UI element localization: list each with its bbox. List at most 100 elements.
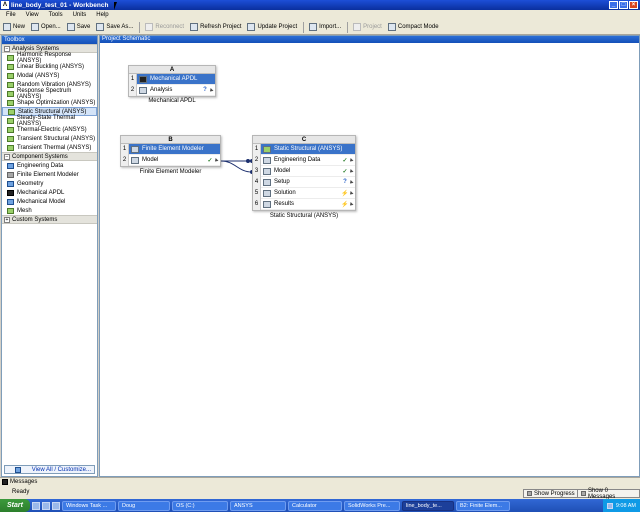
show-messages-button[interactable]: Show 0 Messages bbox=[577, 488, 640, 500]
progress-icon bbox=[527, 491, 532, 496]
toolbox-item[interactable]: Steady-State Thermal (ANSYS) bbox=[2, 115, 97, 127]
taskbar-button[interactable]: Calculator bbox=[288, 500, 342, 511]
cell-header[interactable]: 1 Mechanical APDL bbox=[129, 73, 215, 85]
cell-menu-arrow-icon[interactable] bbox=[348, 190, 354, 196]
system-b[interactable]: B 1 Finite Element Modeler 2 Model ✓ bbox=[120, 135, 221, 167]
cell-analysis[interactable]: 2 Analysis? bbox=[129, 84, 215, 96]
model-icon bbox=[131, 156, 139, 164]
close-button[interactable]: × bbox=[629, 1, 638, 9]
show-progress-button[interactable]: Show Progress bbox=[523, 489, 579, 498]
toolbox-item[interactable]: Response Spectrum (ANSYS) bbox=[2, 88, 97, 100]
taskbar-button[interactable]: Windows Task ... bbox=[62, 500, 116, 511]
taskbar-button[interactable]: SolidWorks Pre... bbox=[344, 500, 400, 511]
import-button[interactable]: Import... bbox=[309, 22, 341, 33]
new-file-icon bbox=[3, 23, 11, 31]
toolbox-item[interactable]: Mesh bbox=[2, 206, 97, 215]
toolbox-item[interactable]: Transient Structural (ANSYS) bbox=[2, 134, 97, 143]
cell-engineering-data[interactable]: 2 Engineering Data ✓ bbox=[253, 154, 355, 166]
cell-menu-arrow-icon[interactable] bbox=[348, 168, 354, 174]
toolbox-item[interactable]: Modal (ANSYS) bbox=[2, 71, 97, 80]
cell-results[interactable]: 6 Results ⚡ bbox=[253, 198, 355, 210]
update-project-button[interactable]: Update Project bbox=[247, 22, 297, 33]
messages-icon bbox=[581, 491, 586, 496]
toolbox-item[interactable]: Linear Buckling (ANSYS) bbox=[2, 62, 97, 71]
system-caption: Finite Element Modeler bbox=[139, 169, 202, 175]
taskbar-button[interactable]: OS (C:) bbox=[172, 500, 228, 511]
quicklaunch-icon[interactable] bbox=[32, 501, 40, 510]
menu-tools[interactable]: Tools bbox=[49, 12, 63, 18]
engineering-data-icon bbox=[7, 162, 14, 169]
menu-units[interactable]: Units bbox=[73, 12, 87, 18]
cell-menu-arrow-icon[interactable] bbox=[213, 157, 219, 163]
taskbar-button[interactable]: B2: Finite Elem... bbox=[456, 500, 510, 511]
mechanical-apdl-icon bbox=[139, 75, 147, 83]
cell-solution[interactable]: 5 Solution ⚡ bbox=[253, 187, 355, 199]
taskbar-button-active[interactable]: line_body_te... bbox=[402, 500, 454, 511]
static-structural-icon bbox=[263, 145, 271, 153]
analysis-system-icon bbox=[7, 126, 14, 133]
system-c[interactable]: C 1 Static Structural (ANSYS) 2 Engineerin… bbox=[252, 135, 356, 211]
cell-model[interactable]: 3 Model ✓ bbox=[253, 165, 355, 177]
group-component-systems[interactable]: − Component Systems bbox=[2, 152, 97, 161]
reconnect-button[interactable]: Reconnect bbox=[145, 22, 184, 33]
project-schematic-pane: Project Schematic A 1 Mechanical APDL 2 An… bbox=[99, 35, 640, 477]
taskbar: Start Windows Task ... Doug OS (C:) ANSY… bbox=[0, 499, 640, 512]
setup-icon bbox=[263, 178, 271, 186]
new-button[interactable]: New bbox=[3, 22, 25, 33]
tray-icon[interactable] bbox=[606, 502, 613, 509]
project-button[interactable]: Project bbox=[353, 22, 382, 33]
group-custom-systems[interactable]: + Custom Systems bbox=[2, 215, 97, 224]
toolbar: New Open... Save Save As... Reconnect Re… bbox=[0, 20, 640, 35]
toolbox-item[interactable]: Transient Thermal (ANSYS) bbox=[2, 143, 97, 152]
start-button[interactable]: Start bbox=[0, 499, 30, 512]
system-a[interactable]: A 1 Mechanical APDL 2 Analysis? bbox=[128, 65, 216, 97]
menu-view[interactable]: View bbox=[26, 12, 39, 18]
toolbox-item[interactable]: Finite Element Modeler bbox=[2, 170, 97, 179]
compact-mode-button[interactable]: Compact Mode bbox=[387, 22, 439, 33]
schematic-title: Project Schematic bbox=[100, 36, 639, 43]
cell-menu-arrow-icon[interactable] bbox=[348, 201, 354, 207]
system-letter: A bbox=[129, 66, 215, 74]
toolbox-item[interactable]: Mechanical APDL bbox=[2, 188, 97, 197]
cell-menu-arrow-icon[interactable] bbox=[348, 179, 354, 185]
toolbox-item[interactable]: Mechanical Model bbox=[2, 197, 97, 206]
refresh-project-button[interactable]: Refresh Project bbox=[190, 22, 241, 33]
cell-setup[interactable]: 4 Setup? bbox=[253, 176, 355, 188]
model-icon bbox=[263, 167, 271, 175]
mouse-cursor-icon bbox=[114, 2, 117, 10]
cell-menu-arrow-icon[interactable] bbox=[348, 157, 354, 163]
taskbar-button[interactable]: Doug bbox=[118, 500, 170, 511]
save-as-button[interactable]: Save As... bbox=[96, 22, 133, 33]
view-all-customize-button[interactable]: View All / Customize... bbox=[4, 465, 95, 474]
system-caption: Static Structural (ANSYS) bbox=[269, 213, 339, 219]
cell-header[interactable]: 1 Finite Element Modeler bbox=[121, 143, 220, 155]
taskbar-button[interactable]: ANSYS bbox=[230, 500, 286, 511]
toolbox-item[interactable]: Thermal-Electric (ANSYS) bbox=[2, 125, 97, 134]
geometry-icon bbox=[7, 180, 14, 187]
quicklaunch-icon[interactable] bbox=[42, 501, 50, 510]
analysis-icon bbox=[139, 86, 147, 94]
analysis-system-icon bbox=[7, 117, 14, 124]
toolbox-item[interactable]: Shape Optimization (ANSYS) bbox=[2, 98, 97, 107]
cell-header[interactable]: 1 Static Structural (ANSYS) bbox=[253, 143, 355, 155]
menu-help[interactable]: Help bbox=[96, 12, 108, 18]
toolbox-item[interactable]: Harmonic Response (ANSYS) bbox=[2, 52, 97, 64]
compact-mode-icon bbox=[387, 23, 396, 31]
save-as-icon bbox=[96, 23, 105, 31]
messages-tab[interactable]: Messages bbox=[2, 479, 37, 485]
toolbox-item[interactable]: Geometry bbox=[2, 179, 97, 188]
ansys-logo-icon: Λ bbox=[1, 1, 9, 9]
analysis-system-icon bbox=[7, 63, 14, 70]
quicklaunch-icon[interactable] bbox=[52, 501, 60, 510]
save-button[interactable]: Save bbox=[66, 22, 90, 33]
minimize-button[interactable]: _ bbox=[609, 1, 618, 9]
cell-model[interactable]: 2 Model ✓ bbox=[121, 154, 220, 166]
ansys-logo-icon bbox=[2, 479, 8, 485]
maximize-button[interactable]: □ bbox=[619, 1, 628, 9]
analysis-system-icon bbox=[7, 135, 14, 142]
menu-file[interactable]: File bbox=[6, 12, 16, 18]
cell-menu-arrow-icon[interactable] bbox=[208, 87, 214, 93]
open-button[interactable]: Open... bbox=[31, 22, 61, 33]
toolbox-item[interactable]: Engineering Data bbox=[2, 161, 97, 170]
title-bar: Λ line_body_test_01 - Workbench _ □ × bbox=[0, 0, 640, 10]
